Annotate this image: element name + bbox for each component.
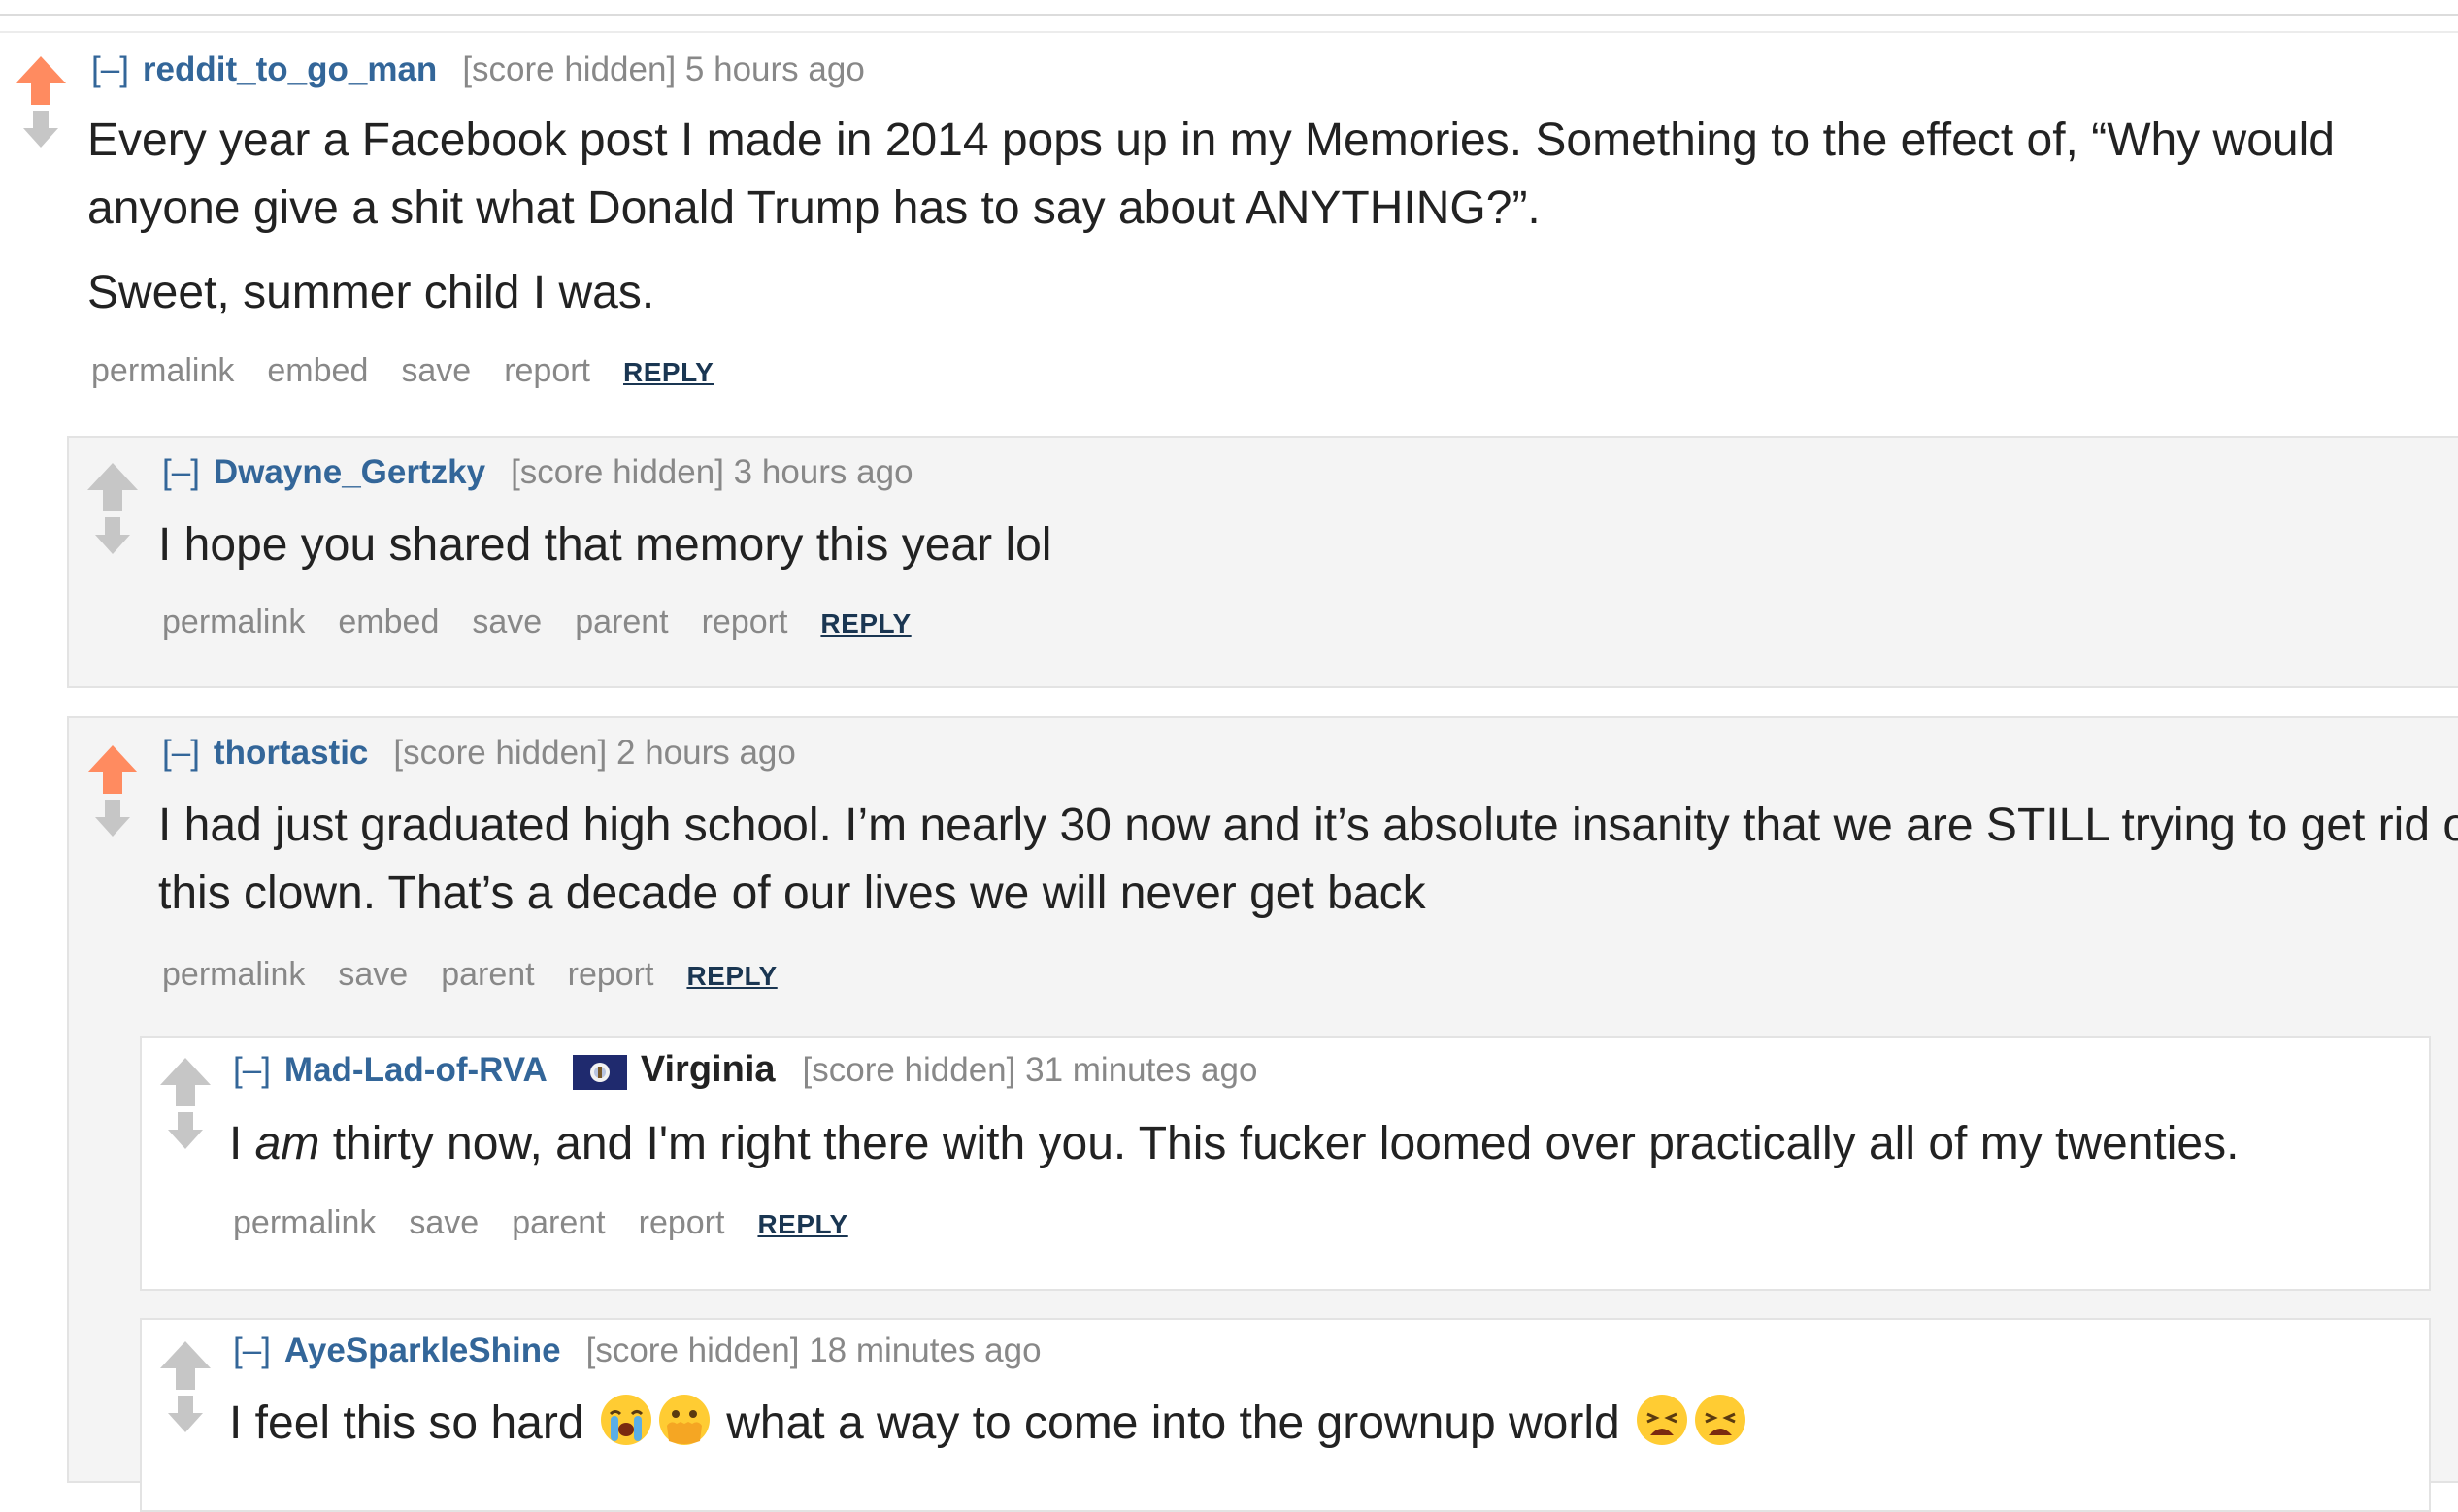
score-hidden: [score hidden]: [393, 734, 608, 772]
vote-controls: [14, 54, 68, 151]
comment-paragraph: Every year a Facebook post I made in 201…: [87, 115, 2335, 234]
comment-actions: permalink embed save report REPLY: [91, 351, 747, 392]
author-link[interactable]: Mad-Lad-of-RVA: [284, 1051, 548, 1089]
collapse-toggle[interactable]: [–]: [162, 734, 200, 772]
comment-actions: permalink save parent report REPLY: [233, 1203, 881, 1244]
author-link[interactable]: AyeSparkleShine: [284, 1331, 561, 1369]
save-button[interactable]: save: [409, 1204, 479, 1241]
comment-paragraph: I had just graduated high school. I’m ne…: [158, 800, 2458, 919]
comment-AyeSparkleShine: [–] AyeSparkleShine [score hidden] 18 minu…: [140, 1318, 2431, 1512]
embed-button[interactable]: embed: [338, 604, 439, 641]
permalink-button[interactable]: permalink: [162, 604, 305, 641]
author-link[interactable]: thortastic: [214, 734, 368, 772]
timestamp: 5 hours ago: [684, 50, 865, 88]
comment-tagline: [–] AyeSparkleShine [score hidden] 18 minu…: [233, 1330, 1042, 1372]
parent-button[interactable]: parent: [575, 604, 668, 641]
body-text: thirty now, and I'm right there with you…: [319, 1118, 2240, 1169]
collapse-toggle[interactable]: [–]: [162, 453, 200, 491]
permalink-button[interactable]: permalink: [233, 1204, 376, 1241]
permalink-button[interactable]: permalink: [162, 956, 305, 993]
comment-actions: permalink embed save parent report REPLY: [162, 603, 945, 643]
vote-controls: [158, 1056, 213, 1153]
downvote-arrow-icon[interactable]: [85, 798, 140, 840]
upvote-arrow-icon[interactable]: [85, 743, 140, 796]
loudly-crying-face-icon: [600, 1395, 651, 1445]
upvote-arrow-icon[interactable]: [158, 1339, 213, 1392]
comment-tagline: [–] reddit_to_go_man [score hidden] 5 hour…: [91, 49, 865, 91]
reply-button[interactable]: REPLY: [686, 961, 777, 991]
timestamp: 18 minutes ago: [809, 1331, 1042, 1369]
parent-button[interactable]: parent: [441, 956, 534, 993]
embed-button[interactable]: embed: [267, 352, 368, 389]
comment-Dwayne_Gertzky: [–] Dwayne_Gertzky [score hidden] 3 hours …: [67, 436, 2458, 688]
comment-body: Every year a Facebook post I made in 201…: [87, 107, 2437, 327]
body-text: I: [229, 1118, 255, 1169]
comment-paragraph: I hope you shared that memory this year …: [158, 519, 1052, 571]
upvote-arrow-icon[interactable]: [85, 461, 140, 513]
score-hidden: [score hidden]: [585, 1331, 800, 1369]
user-flair: Virginia: [640, 1049, 776, 1090]
save-button[interactable]: save: [338, 956, 408, 993]
vote-controls: [158, 1339, 213, 1436]
report-button[interactable]: report: [702, 604, 788, 641]
author-link[interactable]: reddit_to_go_man: [143, 50, 437, 88]
timestamp: 3 hours ago: [733, 453, 913, 491]
face-with-hand-over-mouth-icon: [658, 1395, 710, 1445]
score-hidden: [score hidden]: [462, 50, 677, 88]
permalink-button[interactable]: permalink: [91, 352, 234, 389]
upvote-arrow-icon[interactable]: [158, 1056, 213, 1108]
comment-body: I feel this so hard what a way to come i…: [229, 1390, 2423, 1458]
weary-face-icon: [1695, 1395, 1746, 1445]
report-button[interactable]: report: [568, 956, 654, 993]
top-border: [0, 0, 2458, 16]
score-hidden: [score hidden]: [511, 453, 724, 491]
timestamp: 31 minutes ago: [1025, 1051, 1258, 1089]
collapse-toggle[interactable]: [–]: [233, 1331, 271, 1369]
body-text: what a way to come into the grownup worl…: [713, 1397, 1634, 1449]
collapse-toggle[interactable]: [–]: [91, 50, 129, 88]
parent-button[interactable]: parent: [512, 1204, 605, 1241]
comment-tagline: [–] thortastic [score hidden] 2 hours ago: [162, 732, 796, 774]
comment-body: I had just graduated high school. I’m ne…: [158, 792, 2458, 928]
vote-controls: [85, 461, 140, 558]
downvote-arrow-icon[interactable]: [14, 109, 68, 151]
comment-tagline: [–] Mad-Lad-of-RVA Virginia [score hidden] …: [233, 1048, 1257, 1092]
save-button[interactable]: save: [401, 352, 471, 389]
comment-body: I hope you shared that memory this year …: [158, 511, 2430, 579]
comment-paragraph: I am thirty now, and I'm right there wit…: [229, 1110, 2423, 1178]
downvote-arrow-icon[interactable]: [158, 1110, 213, 1153]
body-emphasis: am: [254, 1118, 320, 1169]
reply-button[interactable]: REPLY: [757, 1209, 847, 1239]
timestamp: 2 hours ago: [616, 734, 796, 772]
author-link[interactable]: Dwayne_Gertzky: [214, 453, 485, 491]
score-hidden: [score hidden]: [802, 1051, 1016, 1089]
upvote-arrow-icon[interactable]: [14, 54, 68, 107]
comment-body: I am thirty now, and I'm right there wit…: [229, 1110, 2423, 1178]
comment-reddit_to_go_man: [–] reddit_to_go_man [score hidden] 5 hour…: [0, 33, 2458, 421]
vote-controls: [85, 743, 140, 840]
body-text: I feel this so hard: [229, 1397, 597, 1449]
downvote-arrow-icon[interactable]: [85, 515, 140, 558]
comment-tagline: [–] Dwayne_Gertzky [score hidden] 3 hours …: [162, 451, 913, 494]
virginia-flag-icon: [572, 1054, 627, 1090]
collapse-toggle[interactable]: [–]: [233, 1051, 271, 1089]
downvote-arrow-icon[interactable]: [158, 1394, 213, 1436]
comment-paragraph: Sweet, summer child I was.: [87, 267, 655, 318]
save-button[interactable]: save: [472, 604, 542, 641]
reply-button[interactable]: REPLY: [820, 608, 911, 639]
report-button[interactable]: report: [504, 352, 590, 389]
comment-thortastic: [–] thortastic [score hidden] 2 hours ago …: [67, 716, 2458, 1512]
comment-Mad-Lad-of-RVA: [–] Mad-Lad-of-RVA Virginia [score hidden] …: [140, 1036, 2431, 1291]
comment-paragraph: I feel this so hard what a way to come i…: [229, 1390, 2423, 1458]
reply-button[interactable]: REPLY: [623, 357, 714, 387]
report-button[interactable]: report: [639, 1204, 725, 1241]
weary-face-icon: [1637, 1395, 1688, 1445]
comment-actions: permalink save parent report REPLY: [162, 955, 811, 996]
